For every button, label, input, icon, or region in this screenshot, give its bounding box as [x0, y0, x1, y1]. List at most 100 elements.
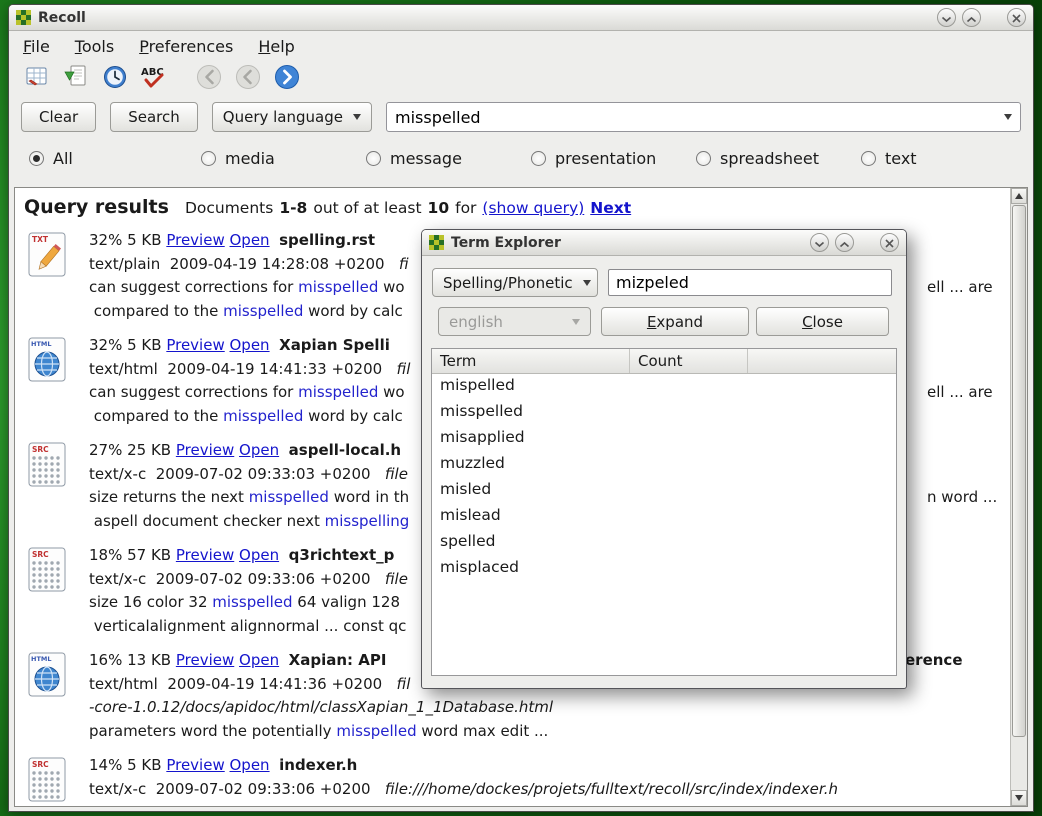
- menu-preferences[interactable]: Preferences: [139, 37, 233, 56]
- window-title: Recoll: [38, 10, 931, 26]
- result-line: 27% 25 KB Preview Open aspell-local.h: [89, 439, 409, 463]
- result-text: 18% 57 KB: [89, 546, 176, 564]
- highlighted-term: misspelling: [325, 512, 410, 530]
- preview-link[interactable]: Preview: [166, 756, 224, 774]
- scroll-down-arrow[interactable]: [1011, 790, 1027, 806]
- term-input[interactable]: [608, 269, 892, 296]
- query-dropdown-button[interactable]: [996, 103, 1020, 131]
- term-row-misspelled[interactable]: misspelled: [432, 400, 896, 426]
- term-row-muzzled[interactable]: muzzled: [432, 452, 896, 478]
- result-title: aspell-local.h: [289, 441, 401, 459]
- first-page-button[interactable]: [193, 63, 225, 95]
- term-cell: mislead: [432, 504, 630, 530]
- clear-search-button[interactable]: [21, 63, 53, 95]
- result-line: text/x-c 2009-07-02 09:33:06 +0200 file: [89, 568, 408, 592]
- filter-radio-spreadsheet[interactable]: spreadsheet: [696, 149, 819, 168]
- result-line: can suggest corrections for misspelled w…: [89, 276, 409, 300]
- filter-radio-all[interactable]: All: [29, 149, 73, 168]
- term-explorer-button[interactable]: ABC: [138, 63, 170, 95]
- clear-button[interactable]: Clear: [21, 102, 96, 132]
- filter-radio-text[interactable]: text: [861, 149, 917, 168]
- menu-tools[interactable]: Tools: [75, 37, 114, 56]
- next-page-link[interactable]: Next: [590, 199, 631, 217]
- query-language-combo[interactable]: Query language: [212, 102, 372, 132]
- menu-bar: File Tools Preferences Help: [9, 31, 1033, 61]
- query-combobox[interactable]: [386, 102, 1021, 132]
- term-row-misled[interactable]: misled: [432, 478, 896, 504]
- expansion-mode-combo[interactable]: Spelling/Phonetic: [432, 268, 598, 297]
- svg-text:HTML: HTML: [31, 340, 51, 348]
- dialog-shade-button[interactable]: [810, 233, 829, 252]
- next-page-button[interactable]: [271, 63, 303, 95]
- preview-link[interactable]: Preview: [166, 231, 224, 249]
- term-table: Term Count mispelledmisspelledmisapplied…: [431, 348, 897, 676]
- result-line: aspell document checker next misspelling: [89, 510, 409, 534]
- open-link[interactable]: Open: [230, 336, 270, 354]
- menu-file[interactable]: File: [23, 37, 50, 56]
- term-column-header[interactable]: Term: [432, 349, 630, 373]
- open-link[interactable]: Open: [239, 441, 279, 459]
- results-title: Query results: [24, 196, 169, 218]
- term-row-mislead[interactable]: mislead: [432, 504, 896, 530]
- menu-help[interactable]: Help: [258, 37, 294, 56]
- result-line: 14% 5 KB Preview Open indexer.h: [89, 754, 838, 778]
- svg-text:SRC: SRC: [32, 550, 49, 559]
- open-link[interactable]: Open: [239, 651, 279, 669]
- result-text: 32% 5 KB: [89, 336, 166, 354]
- term-row-misplaced[interactable]: misplaced: [432, 556, 896, 582]
- count-column-header[interactable]: Count: [630, 349, 748, 373]
- preview-link[interactable]: Preview: [166, 336, 224, 354]
- toolbar: ABC: [9, 61, 1033, 97]
- dialog-close-window-button[interactable]: [880, 233, 899, 252]
- previous-page-button[interactable]: [232, 63, 264, 95]
- result-line: can suggest corrections for misspelled w…: [89, 381, 410, 405]
- count-cell: [630, 504, 748, 530]
- filter-radio-message[interactable]: message: [366, 149, 462, 168]
- results-vertical-scrollbar[interactable]: [1010, 188, 1027, 806]
- triangle-up-icon: [1015, 193, 1023, 199]
- save-document-button[interactable]: [60, 63, 92, 95]
- result-text: file: [385, 465, 408, 483]
- dialog-unshade-button[interactable]: [835, 233, 854, 252]
- unshade-button[interactable]: [962, 8, 981, 27]
- result-text: wo: [378, 278, 404, 296]
- scroll-up-arrow[interactable]: [1011, 188, 1027, 204]
- radio-button-icon: [531, 151, 546, 166]
- filter-radio-presentation[interactable]: presentation: [531, 149, 656, 168]
- scrollbar-thumb[interactable]: [1012, 205, 1026, 737]
- result-text: 27% 25 KB: [89, 441, 176, 459]
- show-query-link[interactable]: (show query): [482, 199, 584, 217]
- open-link[interactable]: Open: [239, 546, 279, 564]
- shade-button[interactable]: [937, 8, 956, 27]
- result-details: 27% 25 KB Preview Open aspell-local.htex…: [89, 439, 409, 533]
- chevron-down-icon: [583, 280, 591, 286]
- query-input[interactable]: [387, 108, 996, 127]
- expand-button[interactable]: Expand: [601, 307, 749, 336]
- preview-link[interactable]: Preview: [176, 441, 234, 459]
- txt-file-icon: TXT: [24, 232, 70, 278]
- filter-radio-media[interactable]: media: [201, 149, 275, 168]
- open-link[interactable]: Open: [230, 756, 270, 774]
- term-row-spelled[interactable]: spelled: [432, 530, 896, 556]
- svg-text:SRC: SRC: [32, 760, 49, 769]
- desktop-background: Recoll File Tools Preferences Help ABC Clea…: [0, 0, 1042, 816]
- preview-link[interactable]: Preview: [176, 546, 234, 564]
- window-titlebar[interactable]: Recoll: [9, 5, 1033, 31]
- filter-label: All: [53, 149, 73, 168]
- term-row-mispelled[interactable]: mispelled: [432, 374, 896, 400]
- highlighted-term: misspelled: [223, 407, 303, 425]
- search-button[interactable]: Search: [110, 102, 198, 132]
- dialog-titlebar[interactable]: Term Explorer: [422, 230, 906, 256]
- open-link[interactable]: Open: [230, 231, 270, 249]
- term-table-header: Term Count: [432, 349, 896, 374]
- result-text: text/plain 2009-04-19 14:28:08 +0200: [89, 255, 399, 273]
- term-row-misapplied[interactable]: misapplied: [432, 426, 896, 452]
- result-line: text/x-c 2009-07-02 09:33:03 +0200 file: [89, 463, 409, 487]
- close-window-button[interactable]: [1007, 8, 1026, 27]
- result-text: 64 valign 128: [293, 593, 400, 611]
- preview-link[interactable]: Preview: [176, 651, 234, 669]
- close-button[interactable]: Close: [756, 307, 889, 336]
- result-text: fi: [399, 255, 409, 273]
- result-item: SRC14% 5 KB Preview Open indexer.htext/x…: [24, 754, 1027, 803]
- query-history-button[interactable]: [99, 63, 131, 95]
